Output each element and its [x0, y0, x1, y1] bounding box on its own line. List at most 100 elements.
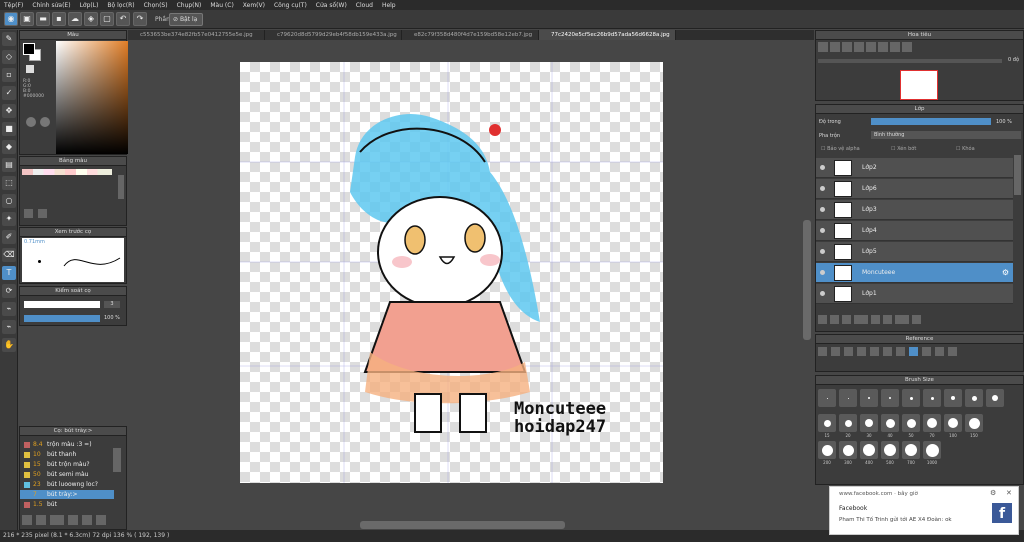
brush-size-preset[interactable]: [902, 441, 920, 459]
clipping-checkbox[interactable]: ☐ Xén bớt: [891, 146, 916, 152]
brush-folder-icon[interactable]: [68, 515, 78, 525]
menu-view[interactable]: Xem(V): [243, 2, 265, 9]
reference-hand-icon[interactable]: [909, 347, 918, 356]
tab-document-4[interactable]: 77c2420e5cf5ec26b9d57ada56d6628a.jpg: [539, 30, 676, 40]
select-icon[interactable]: ⬚: [2, 176, 16, 190]
reference-eyedropper-icon[interactable]: [896, 347, 905, 356]
menu-edit[interactable]: Chỉnh sửa(E): [32, 2, 70, 9]
brush-size-preset[interactable]: [860, 441, 878, 459]
navigator-zoom-slider[interactable]: [818, 59, 1002, 63]
brush-list-scrollbar[interactable]: [113, 448, 121, 472]
canvas-hscrollbar[interactable]: [360, 521, 565, 529]
move-tool-icon[interactable]: ✥: [2, 104, 16, 118]
brush-folder2-icon[interactable]: [82, 515, 92, 525]
layer-visibility-icon[interactable]: [820, 291, 825, 296]
protect-alpha-checkbox[interactable]: ☐ Bảo vệ alpha: [821, 146, 860, 152]
dot-tool-icon[interactable]: ▫: [2, 68, 16, 82]
menu-cloud[interactable]: Cloud: [356, 2, 373, 9]
brush-settings-icon[interactable]: [22, 515, 32, 525]
brush-list-item[interactable]: 50 bút semi màu: [20, 470, 114, 479]
drawing-canvas[interactable]: Moncuteee hoidap247: [240, 62, 663, 483]
brush-copy-icon[interactable]: [36, 515, 46, 525]
blend-mode-select[interactable]: Bình thường: [871, 131, 1021, 139]
brush-size-preset[interactable]: [944, 389, 962, 407]
color-add-icon[interactable]: [40, 117, 50, 127]
reference-rotate-left-icon[interactable]: [922, 347, 931, 356]
lock-checkbox[interactable]: ☐ Khóa: [956, 146, 975, 152]
reference-zoom-in-icon[interactable]: [857, 347, 866, 356]
brush-add-icon[interactable]: [50, 515, 64, 525]
select-eraser-icon[interactable]: ⌫: [2, 248, 16, 262]
navigator-thumbnail[interactable]: [900, 70, 938, 100]
layer-visibility-icon[interactable]: [820, 249, 825, 254]
brush-size-preset[interactable]: [986, 389, 1004, 407]
layer-row[interactable]: Lớp1: [816, 284, 1013, 304]
brush-size-preset[interactable]: [839, 389, 857, 407]
bucket-icon[interactable]: ◆: [2, 140, 16, 154]
facebook-notification[interactable]: www.facebook.com · bây giờ ⚙ ✕ Facebook …: [829, 486, 1019, 535]
palette-swatches[interactable]: [22, 169, 112, 175]
reference-copy-icon[interactable]: [831, 347, 840, 356]
brush-size-slider[interactable]: [24, 301, 100, 308]
redo-icon[interactable]: ↷: [133, 12, 147, 26]
rotate-left-icon[interactable]: [866, 42, 876, 52]
menu-window[interactable]: Cửa số(W): [316, 2, 347, 9]
chat-icon[interactable]: ▬: [36, 12, 50, 26]
new-layer-icon[interactable]: [818, 315, 827, 324]
layer-row[interactable]: Lớp4: [816, 221, 1013, 241]
layer-row[interactable]: Lớp6: [816, 179, 1013, 199]
reference-zoom-out-icon[interactable]: [870, 347, 879, 356]
merge-layer-icon[interactable]: [895, 315, 909, 324]
brush-list-item[interactable]: 1.5 bút: [20, 500, 114, 509]
brush-size-preset[interactable]: [839, 414, 857, 432]
reference-flip-icon[interactable]: [948, 347, 957, 356]
brush-size-preset[interactable]: [881, 441, 899, 459]
undo-icon[interactable]: ↶: [116, 12, 130, 26]
brush-size-preset[interactable]: [860, 389, 878, 407]
brush-size-preset[interactable]: [839, 441, 857, 459]
brush-size-preset[interactable]: [965, 389, 983, 407]
palette-scrollbar[interactable]: [118, 175, 124, 199]
menu-color[interactable]: Màu (C): [210, 2, 233, 9]
brush-list-item[interactable]: 15 bút trộn màu?: [20, 460, 114, 469]
rotate-reset-icon[interactable]: [890, 42, 900, 52]
foreground-color[interactable]: [23, 43, 35, 55]
brush-size-preset[interactable]: [860, 414, 878, 432]
notification-settings-icon[interactable]: ⚙: [990, 489, 996, 497]
notification-close-icon[interactable]: ✕: [1006, 489, 1012, 497]
tab-document-3[interactable]: e82c79f358d480f4d7e159bd58e12eb7.jpg: [402, 30, 539, 40]
wand-select-icon[interactable]: ✦: [2, 212, 16, 226]
brush-delete-icon[interactable]: [96, 515, 106, 525]
brush-size-preset[interactable]: [818, 441, 836, 459]
canvas-vscrollbar[interactable]: [803, 220, 811, 340]
lasso-icon[interactable]: ○: [2, 194, 16, 208]
brush-size-preset[interactable]: [923, 389, 941, 407]
rotate-right-icon[interactable]: [878, 42, 888, 52]
eraser-tool-icon[interactable]: ◇: [2, 50, 16, 64]
eyedropper2-icon[interactable]: ⌁: [2, 320, 16, 334]
menu-file[interactable]: Tệp(F): [4, 2, 23, 9]
zoom-fit-icon[interactable]: [842, 42, 852, 52]
fill-rect-icon[interactable]: ■: [2, 122, 16, 136]
hand-tool-icon[interactable]: ✋: [2, 338, 16, 352]
brush-size-preset[interactable]: [818, 414, 836, 432]
menu-help[interactable]: Help: [382, 2, 396, 9]
layer-visibility-icon[interactable]: [820, 186, 825, 191]
brush-size-preset[interactable]: [965, 414, 983, 432]
layer-add-menu-icon[interactable]: [854, 315, 868, 324]
reference-rotate-right-icon[interactable]: [935, 347, 944, 356]
app-icon[interactable]: ◉: [4, 12, 18, 26]
new-file-icon[interactable]: ▣: [20, 12, 34, 26]
layer-row[interactable]: Moncuteee ⚙: [816, 263, 1013, 283]
gradient-icon[interactable]: ▤: [2, 158, 16, 172]
palette-add-icon[interactable]: [24, 209, 33, 218]
save-icon[interactable]: ▪: [52, 12, 66, 26]
brush-size-preset[interactable]: [944, 414, 962, 432]
layer-row[interactable]: Lớp2: [816, 158, 1013, 178]
brush-list-item[interactable]: 10 bút thanh: [20, 450, 114, 459]
transparent-color[interactable]: [26, 65, 34, 73]
brush-list-item[interactable]: 23 bút luoowng loc?: [20, 480, 114, 489]
layer-scrollbar[interactable]: [1014, 155, 1021, 195]
zoom-out-icon[interactable]: [830, 42, 840, 52]
select-pen-icon[interactable]: ✐: [2, 230, 16, 244]
